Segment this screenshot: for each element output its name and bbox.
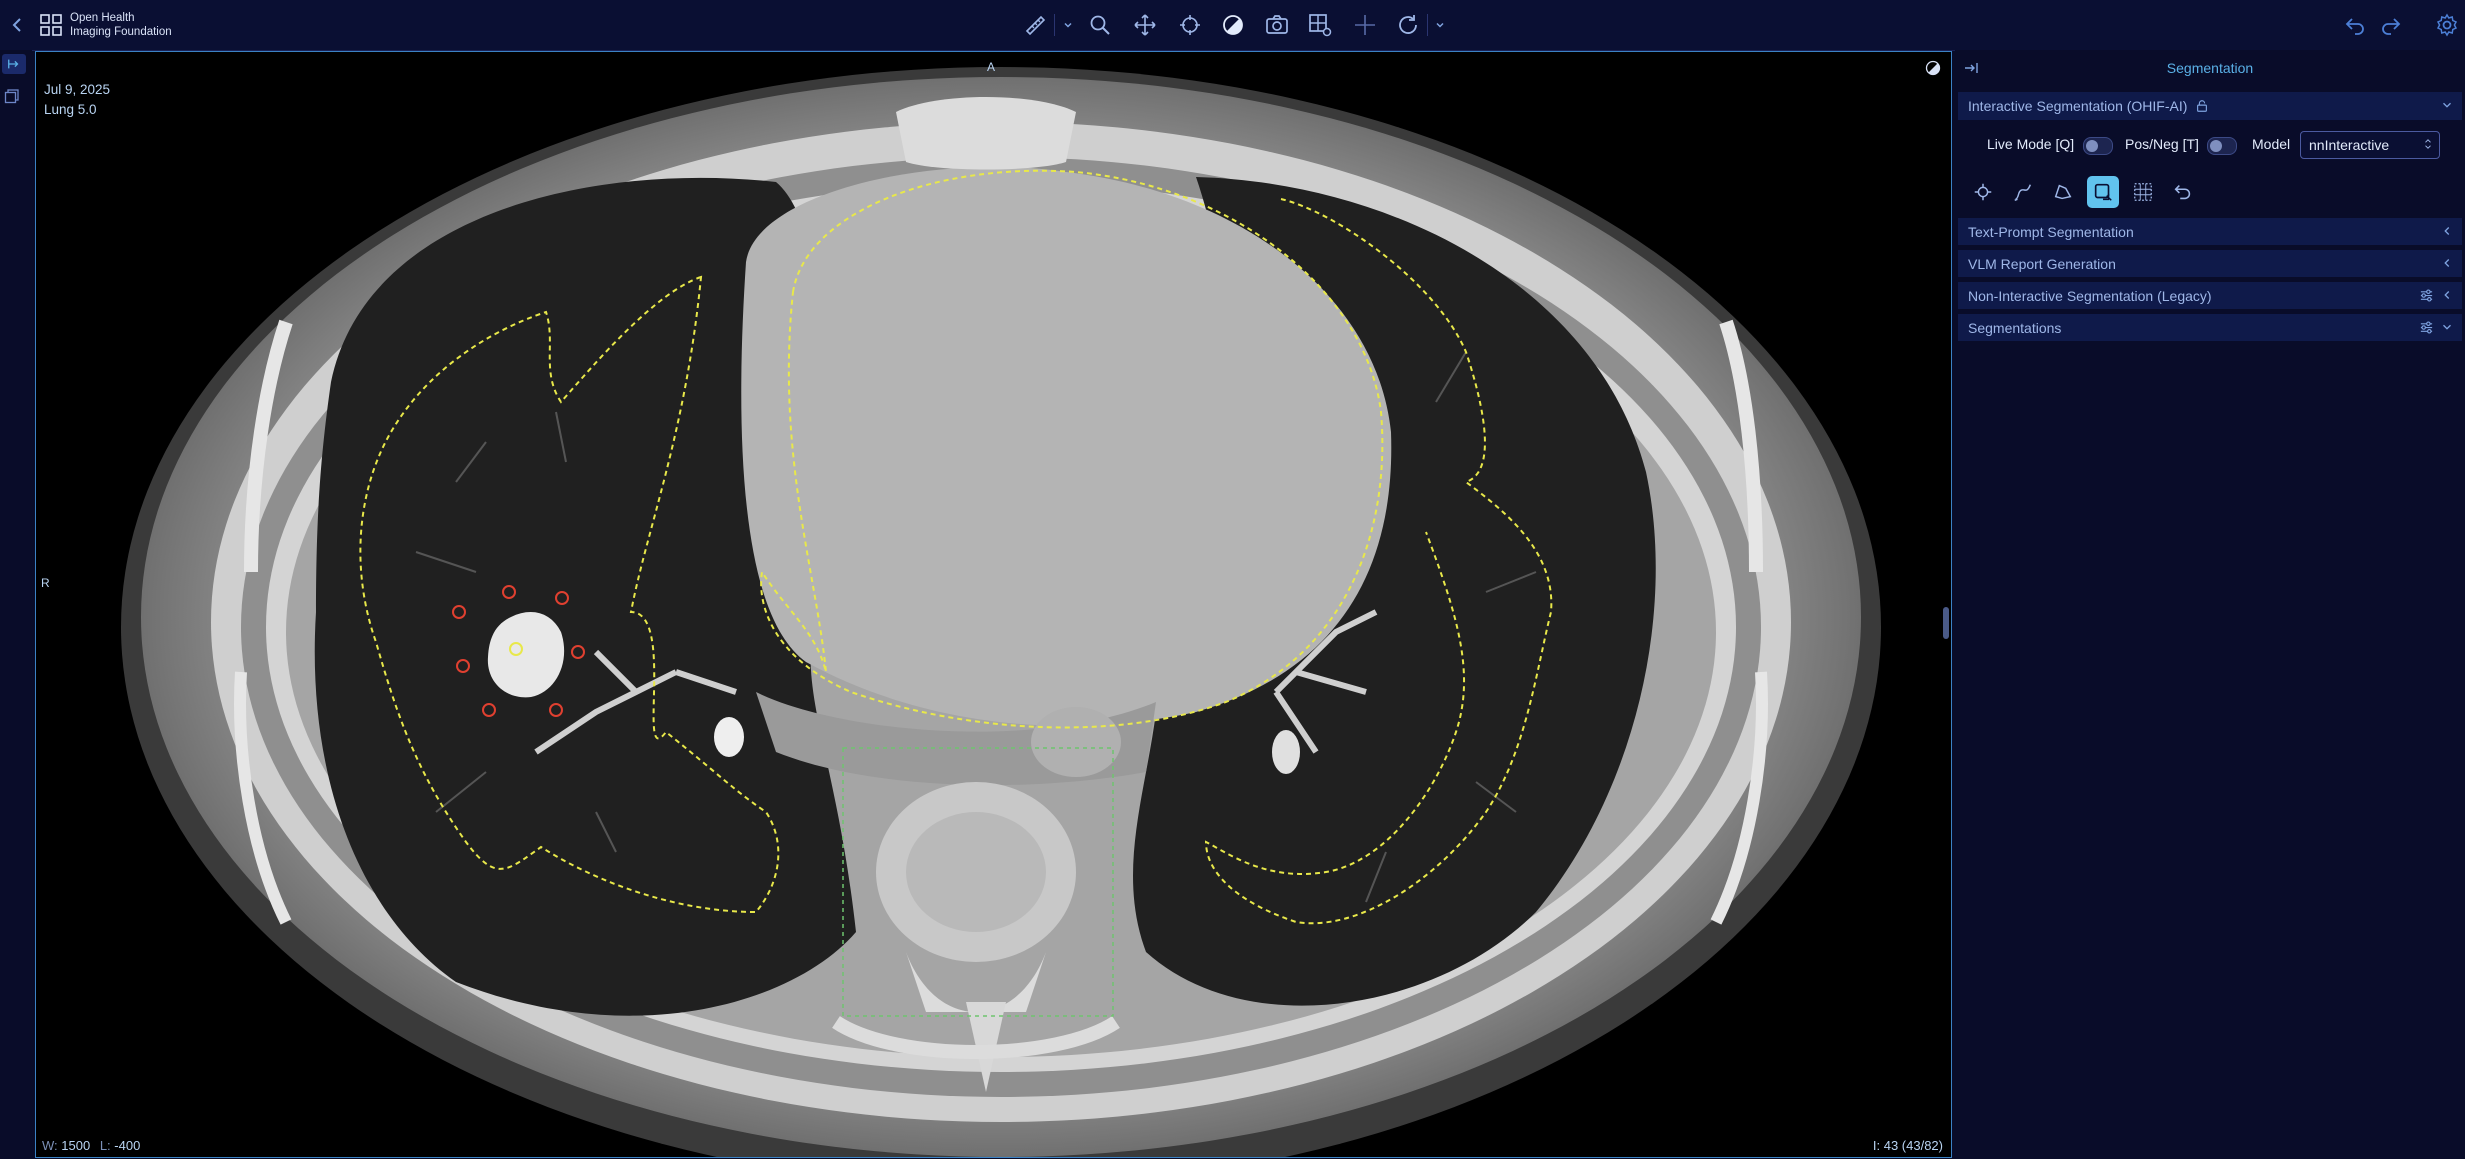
capture-icon[interactable] — [1262, 10, 1292, 40]
model-label: Model — [2252, 136, 2291, 152]
undo-prompt-button[interactable] — [2167, 176, 2199, 208]
scribble-icon — [2014, 184, 2032, 201]
bbox-tool-button[interactable] — [2087, 176, 2119, 208]
measure-icon[interactable] — [1020, 10, 1050, 40]
model-select-value: nnInteractive — [2309, 137, 2390, 153]
level-label: L: — [99, 1138, 111, 1153]
brush-scribble-tool-button[interactable] — [2007, 176, 2039, 208]
measure-dropdown-chevron-icon[interactable] — [1058, 10, 1078, 40]
layout-icon[interactable] — [1305, 10, 1335, 40]
ohif-logo-icon — [36, 10, 66, 40]
undo-icon[interactable] — [2340, 10, 2370, 40]
settings-sliders-icon[interactable] — [2419, 320, 2434, 338]
window-level-icon[interactable] — [1218, 10, 1248, 40]
posneg-label: Pos/Neg [T] — [2125, 136, 2199, 152]
panel-title: Segmentation — [2166, 60, 2254, 76]
settings-icon[interactable] — [2432, 10, 2462, 40]
series-browser-icon[interactable] — [4, 88, 24, 108]
posneg-toggle[interactable] — [2207, 137, 2237, 155]
polygon-lasso-icon — [2054, 184, 2072, 200]
window-value: 1500 — [61, 1138, 91, 1153]
interactive-segmentation-header[interactable]: Interactive Segmentation (OHIF-AI) — [1958, 92, 2462, 120]
settings-sliders-icon[interactable] — [2419, 288, 2434, 306]
model-select[interactable]: nnInteractive — [2300, 131, 2440, 159]
pan-icon[interactable] — [1130, 10, 1160, 40]
back-chevron-icon[interactable] — [3, 10, 33, 40]
interactive-segmentation-label: Interactive Segmentation (OHIF-AI) — [1968, 98, 2188, 114]
chevron-left-icon[interactable] — [2440, 256, 2454, 273]
more-tools-chevron-icon[interactable] — [1430, 10, 1450, 40]
left-sidebar — [0, 50, 32, 1159]
zoom-icon[interactable] — [1085, 10, 1115, 40]
segmentations-label: Segmentations — [1968, 319, 2062, 336]
lasso-tool-button[interactable] — [2047, 176, 2079, 208]
right-lung-contour — [359, 275, 780, 914]
level-value: -400 — [114, 1138, 141, 1153]
select-updown-icon — [2423, 136, 2433, 155]
top-toolbar: Open Health Imaging Foundation — [0, 0, 2465, 51]
rotate-icon[interactable] — [1393, 10, 1423, 40]
non-interactive-segmentation-row[interactable]: Non-Interactive Segmentation (Legacy) — [1958, 282, 2462, 309]
positive-point — [509, 642, 523, 656]
bounding-box-prompt — [842, 747, 1114, 1017]
window-label: W: — [42, 1138, 58, 1153]
right-panel: Segmentation Interactive Segmentation (O… — [1955, 50, 2465, 1159]
text-prompt-label: Text-Prompt Segmentation — [1968, 223, 2134, 240]
segmentation-overlay — [359, 169, 1553, 1017]
bounding-box-icon — [2094, 183, 2112, 201]
logo-text: Open Health Imaging Foundation — [70, 11, 172, 39]
vlm-report-generation-row[interactable]: VLM Report Generation — [1958, 250, 2462, 277]
logo-line-1: Open Health — [70, 12, 135, 24]
vlm-report-label: VLM Report Generation — [1968, 255, 2116, 272]
window-level-readout: W: 1500 L: -400 — [42, 1138, 140, 1153]
ct-viewport[interactable]: Jul 9, 2025 Lung 5.0 A R W: 1500 L: -400… — [35, 51, 1952, 1158]
instance-number: I: 43 (43/82) — [1872, 1138, 1943, 1153]
negative-points — [452, 585, 585, 717]
redo-icon[interactable] — [2376, 10, 2406, 40]
undo-icon — [2174, 185, 2191, 200]
orientation-marker-left: R — [41, 576, 50, 590]
left-lung-contour — [1204, 198, 1553, 925]
segmentations-row[interactable]: Segmentations — [1958, 314, 2462, 341]
lock-icon[interactable] — [2195, 99, 2209, 113]
chevron-left-icon[interactable] — [2440, 288, 2454, 305]
expand-left-panel-icon[interactable] — [2, 54, 26, 74]
live-mode-toggle[interactable] — [2083, 137, 2113, 155]
live-mode-label: Live Mode [Q] — [1987, 136, 2075, 152]
series-description: Lung 5.0 — [44, 102, 97, 117]
orientation-marker-top: A — [987, 60, 996, 74]
non-interactive-label: Non-Interactive Segmentation (Legacy) — [1968, 287, 2212, 304]
crosshair-icon[interactable] — [1175, 10, 1205, 40]
text-prompt-segmentation-row[interactable]: Text-Prompt Segmentation — [1958, 218, 2462, 245]
logo-line-2: Imaging Foundation — [70, 26, 172, 38]
chevron-left-icon[interactable] — [2440, 224, 2454, 241]
study-date: Jul 9, 2025 — [44, 82, 111, 97]
crosshair-plus-icon[interactable] — [1350, 10, 1380, 40]
chevron-down-icon[interactable] — [2440, 98, 2454, 115]
chevron-down-icon[interactable] — [2440, 320, 2454, 337]
window-preset-icon[interactable] — [1925, 60, 1941, 76]
point-tool-button[interactable] — [1967, 176, 1999, 208]
grid-icon — [2134, 183, 2152, 201]
grid-select-tool-button[interactable] — [2127, 176, 2159, 208]
heart-contour — [760, 169, 1384, 729]
point-prompt-icon — [1974, 183, 1992, 201]
slice-scrollbar[interactable] — [1943, 607, 1949, 639]
